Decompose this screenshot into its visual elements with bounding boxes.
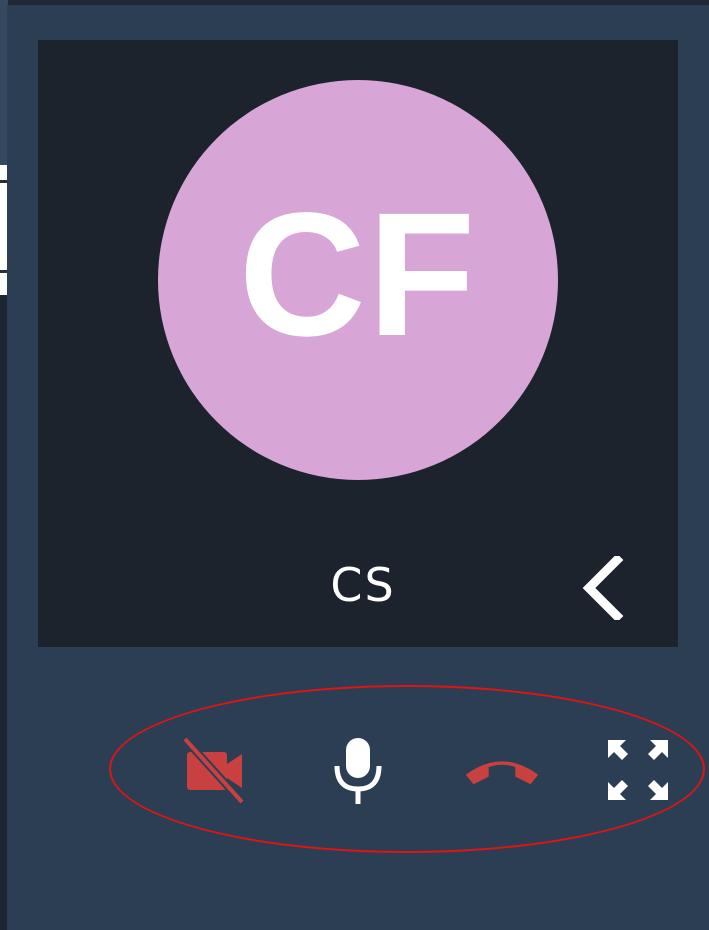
video-call-panel: CF CS xyxy=(7,5,709,930)
toggle-microphone-button[interactable] xyxy=(318,730,398,810)
microphone-icon xyxy=(334,738,382,804)
collapse-button[interactable] xyxy=(568,548,638,628)
fullscreen-button[interactable] xyxy=(598,730,678,810)
avatar-initials: CF xyxy=(238,177,478,373)
call-controls xyxy=(7,685,709,855)
video-off-icon xyxy=(182,736,245,805)
phone-hangup-icon xyxy=(465,761,539,785)
expand-arrows-icon xyxy=(608,740,668,800)
participant-name: CS xyxy=(330,558,396,612)
participant-video-area: CF CS xyxy=(38,40,678,647)
end-call-button[interactable] xyxy=(462,730,542,810)
toggle-camera-button[interactable] xyxy=(174,730,254,810)
chevron-left-icon xyxy=(582,556,624,620)
participant-avatar: CF xyxy=(158,80,558,480)
